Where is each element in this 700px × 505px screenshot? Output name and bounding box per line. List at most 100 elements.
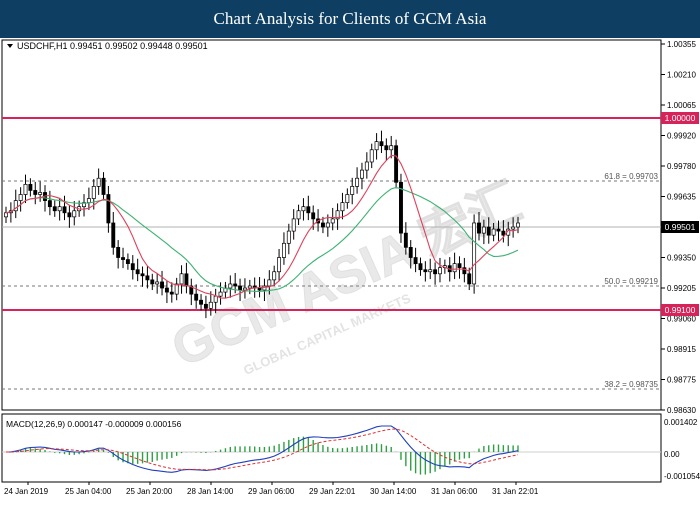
bull-candle: [374, 141, 379, 151]
bull-candle: [389, 145, 394, 151]
price-tick-label: 0.98915: [667, 345, 696, 354]
bull-candle: [228, 283, 233, 289]
macd-tick-top: 0.001402: [664, 418, 698, 427]
bear-candle: [321, 222, 325, 228]
bear-candle: [160, 281, 164, 289]
page-title: Chart Analysis for Clients of GCM Asia: [0, 0, 700, 38]
bull-candle: [340, 202, 345, 212]
bear-candle: [467, 273, 472, 285]
bear-candle: [106, 194, 111, 224]
bear-candle: [194, 293, 199, 301]
bull-candle: [38, 192, 43, 195]
bull-candle: [452, 263, 457, 273]
bear-candle: [52, 206, 57, 212]
macd-label: MACD(12,26,9) 0.000147 -0.000009 0.00015…: [6, 419, 182, 429]
bull-candle: [155, 281, 160, 285]
bear-candle: [496, 228, 501, 232]
bull-candle: [301, 206, 306, 212]
bull-candle: [491, 228, 496, 236]
bear-candle: [62, 206, 67, 214]
time-tick-label: 31 Jan 22:01: [492, 487, 539, 496]
price-panel[interactable]: [1, 39, 662, 411]
bull-candle: [86, 198, 91, 203]
bull-candle: [438, 267, 442, 275]
fib-50-label: 50.0 = 0.99219: [604, 277, 658, 286]
chart-window[interactable]: GCM ASIA 宏汇 GLOBAL CAPITAL MARKETS USDCH…: [0, 38, 700, 500]
resistance-tag-text: 1.00000: [665, 113, 696, 123]
bear-candle: [33, 190, 38, 195]
macd-tick-zero: 0.00: [664, 450, 680, 459]
price-chart[interactable]: GCM ASIA 宏汇 GLOBAL CAPITAL MARKETS USDCH…: [0, 38, 700, 500]
bear-candle: [457, 263, 462, 269]
bear-candle: [399, 181, 403, 234]
price-tick-label: 1.00065: [667, 101, 696, 110]
bear-candle: [203, 303, 208, 309]
time-tick-label: 31 Jan 06:00: [431, 487, 478, 496]
bull-candle: [179, 273, 184, 285]
bull-candle: [481, 226, 486, 234]
bear-candle: [125, 259, 130, 264]
current-price-tag-text: 0.99501: [665, 222, 696, 232]
bull-candle: [360, 169, 364, 179]
bull-candle: [277, 257, 282, 273]
bull-candle: [218, 291, 223, 297]
bear-candle: [135, 269, 140, 275]
bull-candle: [91, 186, 96, 199]
bear-candle: [413, 257, 418, 264]
bear-candle: [130, 263, 135, 271]
bull-candle: [57, 206, 62, 212]
bear-candle: [306, 206, 311, 214]
bull-candle: [281, 242, 286, 258]
bear-candle: [28, 183, 33, 191]
bull-candle: [291, 218, 296, 232]
bull-candle: [345, 194, 350, 203]
fib-618-label: 61.8 = 0.99703: [604, 172, 658, 181]
price-tick-label: 0.98775: [667, 376, 696, 385]
bull-candle: [296, 210, 301, 220]
price-tick-label: 0.99350: [667, 254, 696, 263]
bear-candle: [486, 226, 491, 236]
bull-candle: [516, 222, 520, 228]
bull-candle: [511, 226, 516, 230]
bull-candle: [18, 194, 23, 201]
bull-candle: [267, 279, 272, 287]
bear-candle: [403, 232, 408, 248]
bull-candle: [4, 212, 8, 218]
bull-candle: [96, 177, 101, 187]
bear-candle: [116, 247, 121, 258]
price-tick-label: 0.98630: [667, 406, 696, 415]
time-tick-label: 28 Jan 14:00: [187, 487, 234, 496]
bull-candle: [325, 222, 330, 228]
time-tick-label: 29 Jan 22:01: [309, 487, 356, 496]
bear-candle: [47, 200, 52, 208]
bull-candle: [286, 230, 291, 244]
bear-candle: [199, 299, 203, 305]
bear-candle: [101, 177, 106, 195]
bull-candle: [364, 161, 369, 171]
bear-candle: [418, 263, 423, 271]
price-tick-label: 0.99780: [667, 162, 696, 171]
time-tick-label: 25 Jan 20:00: [126, 487, 173, 496]
fib-382-label: 38.2 = 0.98735: [604, 380, 658, 389]
time-axis: 24 Jan 2019 25 Jan 04:00 25 Jan 20:00 28 Ja…: [4, 482, 539, 496]
bear-candle: [238, 285, 243, 291]
price-tick-label: 0.99205: [667, 284, 696, 293]
bull-candle: [472, 222, 477, 285]
bear-candle: [145, 275, 150, 281]
time-tick-label: 25 Jan 04:00: [65, 487, 112, 496]
bear-candle: [121, 257, 125, 260]
bear-candle: [169, 291, 174, 295]
bear-candle: [433, 269, 438, 275]
price-tick-label: 0.99920: [667, 132, 696, 141]
bull-candle: [369, 149, 374, 163]
bull-candle: [350, 186, 355, 195]
support-tag-text: 0.99100: [665, 305, 696, 315]
bear-candle: [257, 287, 262, 291]
bear-candle: [184, 273, 189, 287]
bear-candle: [164, 287, 169, 293]
bear-candle: [233, 283, 238, 287]
time-tick-label: 29 Jan 06:00: [248, 487, 295, 496]
bear-candle: [501, 230, 506, 236]
symbol-info: USDCHF,H1 0.99451 0.99502 0.99448 0.9950…: [17, 41, 208, 51]
bull-candle: [247, 285, 252, 289]
